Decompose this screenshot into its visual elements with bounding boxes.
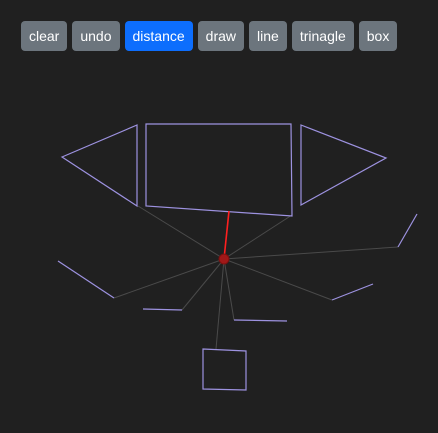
nearest-distance-line: [223, 210, 230, 260]
drawn-shapes: [57, 123, 418, 391]
triangle-shape-left[interactable]: [60, 124, 138, 208]
guide-line: [223, 258, 235, 321]
line-shape[interactable]: [142, 308, 183, 311]
box-shape-large[interactable]: [145, 123, 293, 217]
distance-button[interactable]: distance: [124, 21, 193, 51]
line-shape[interactable]: [57, 260, 115, 299]
guide-line: [223, 246, 399, 260]
undo-button[interactable]: undo: [72, 21, 120, 51]
drawing-canvas[interactable]: [0, 0, 438, 433]
guide-line: [137, 205, 225, 260]
line-button[interactable]: line: [249, 21, 287, 51]
guide-line: [223, 214, 293, 260]
distance-guides: [113, 205, 399, 350]
line-shape[interactable]: [331, 283, 374, 301]
triangle-shape-right[interactable]: [300, 124, 388, 207]
line-shape[interactable]: [233, 319, 288, 322]
triangle-button[interactable]: trinagle: [291, 21, 354, 51]
origin-point[interactable]: [218, 253, 230, 265]
box-button[interactable]: box: [358, 21, 398, 51]
clear-button[interactable]: clear: [21, 21, 68, 51]
drawing-app: clear undo distance draw line trinagle b…: [0, 0, 438, 433]
box-shape-small[interactable]: [202, 348, 247, 391]
guide-line: [215, 258, 225, 350]
draw-button[interactable]: draw: [197, 21, 245, 51]
toolbar: clear undo distance draw line trinagle b…: [21, 21, 398, 51]
guide-line: [223, 258, 333, 301]
line-shape[interactable]: [397, 213, 418, 248]
